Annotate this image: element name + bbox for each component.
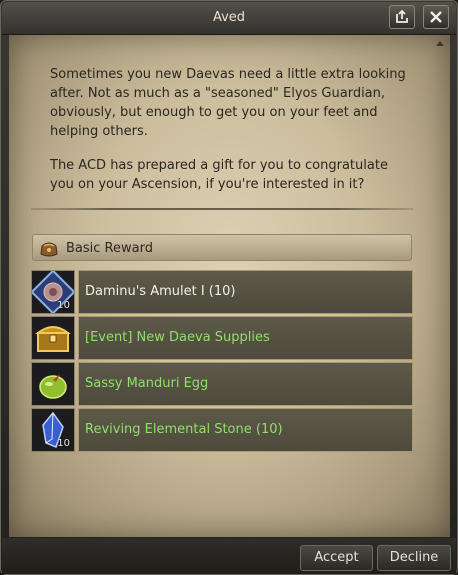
- window-restore-icon: [396, 10, 408, 23]
- dialog-panel: Sometimes you new Daevas need a little e…: [9, 35, 450, 537]
- item-name-bar[interactable]: [Event] New Daeva Supplies: [78, 316, 413, 360]
- dialog-paragraph: The ACD has prepared a gift for you to c…: [50, 158, 388, 192]
- item-count: 10: [57, 438, 70, 449]
- dialog-window: Aved Sometimes you new Daevas need a lit…: [0, 0, 458, 575]
- item-slot[interactable]: [31, 362, 75, 406]
- item-name-bar[interactable]: Sassy Manduri Egg: [78, 362, 413, 406]
- reward-item[interactable]: Sassy Manduri Egg: [31, 362, 414, 406]
- egg-icon: [39, 374, 67, 399]
- item-name-bar[interactable]: Daminu's Amulet I (10): [78, 270, 413, 314]
- restore-button[interactable]: [389, 5, 415, 29]
- item-count: 10: [57, 300, 70, 311]
- reward-item[interactable]: 10 Daminu's Amulet I (10): [30, 269, 414, 315]
- dialog-paragraph: Sometimes you new Daevas need a little e…: [50, 67, 406, 139]
- close-button[interactable]: [423, 5, 449, 29]
- item-slot[interactable]: [31, 316, 75, 360]
- scroll-up-arrow-icon[interactable]: [436, 41, 444, 46]
- window-title: Aved: [212, 10, 246, 25]
- close-icon: [430, 11, 442, 23]
- treasure-bag-icon: [40, 242, 58, 257]
- accept-button[interactable]: Accept: [300, 545, 373, 571]
- item-slot[interactable]: 10: [30, 269, 76, 315]
- item-name: [Event] New Daeva Supplies: [85, 330, 270, 345]
- treasure-chest-icon: [35, 326, 71, 352]
- decline-button[interactable]: Decline: [377, 545, 451, 571]
- item-slot[interactable]: 10: [31, 408, 75, 452]
- reward-item[interactable]: [Event] New Daeva Supplies: [31, 316, 414, 360]
- reward-header: Basic Reward: [32, 234, 412, 261]
- title-bar[interactable]: Aved: [2, 2, 456, 35]
- dialog-text: Sometimes you new Daevas need a little e…: [50, 65, 410, 209]
- reward-header-label: Basic Reward: [66, 241, 153, 256]
- item-name: Daminu's Amulet I (10): [85, 284, 236, 299]
- item-name: Reviving Elemental Stone (10): [85, 422, 283, 437]
- footer-bar: Accept Decline: [2, 538, 456, 574]
- divider: [31, 208, 413, 210]
- reward-item[interactable]: 10 Reviving Elemental Stone (10): [31, 408, 414, 452]
- item-name: Sassy Manduri Egg: [85, 376, 209, 391]
- item-name-bar[interactable]: Reviving Elemental Stone (10): [78, 408, 413, 452]
